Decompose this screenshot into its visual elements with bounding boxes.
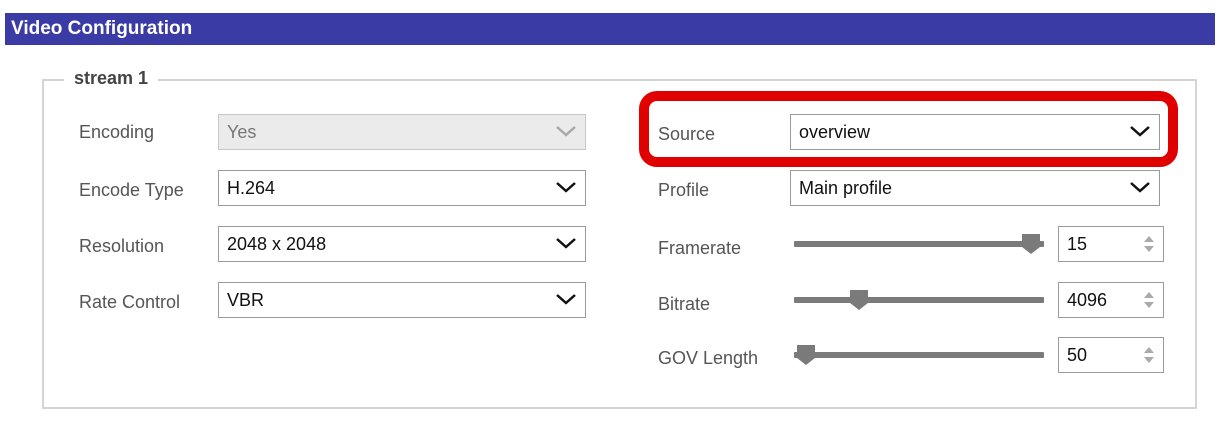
profile-label: Profile (658, 180, 710, 200)
stream-legend: stream 1 (64, 68, 159, 89)
spin-arrows-icon[interactable] (1143, 345, 1155, 365)
framerate-slider-thumb-icon[interactable] (1021, 233, 1041, 255)
chevron-down-icon (556, 294, 576, 305)
chevron-down-icon (1130, 182, 1150, 193)
framerate-slider-track[interactable] (794, 241, 1044, 247)
encoding-select: Yes (218, 114, 586, 150)
encode-type-value: H.264 (227, 178, 276, 198)
gov-length-value: 50 (1067, 345, 1088, 365)
chevron-down-icon (556, 126, 576, 137)
encoding-value: Yes (227, 122, 257, 142)
bitrate-value: 4096 (1067, 290, 1108, 310)
framerate-value: 15 (1067, 234, 1088, 254)
chevron-down-icon (556, 182, 576, 193)
encoding-label: Encoding (79, 122, 155, 142)
bitrate-label: Bitrate (658, 294, 711, 314)
gov-length-slider-track[interactable] (794, 352, 1044, 358)
rate-control-select[interactable]: VBR (218, 282, 586, 318)
gov-length-label: GOV Length (658, 348, 759, 368)
source-highlight-box (639, 91, 1178, 167)
spin-arrows-icon[interactable] (1143, 234, 1155, 254)
framerate-spinner[interactable]: 15 (1058, 226, 1164, 262)
resolution-label: Resolution (79, 236, 165, 256)
bitrate-slider-track[interactable] (794, 297, 1044, 303)
gov-length-slider-thumb-icon[interactable] (796, 344, 816, 366)
encode-type-label: Encode Type (79, 180, 184, 200)
spin-arrows-icon[interactable] (1143, 290, 1155, 310)
rate-control-value: VBR (227, 290, 265, 310)
bitrate-slider-thumb-icon[interactable] (849, 289, 869, 311)
encode-type-select[interactable]: H.264 (218, 170, 586, 206)
gov-length-spinner[interactable]: 50 (1058, 337, 1164, 373)
profile-value: Main profile (799, 178, 893, 198)
chevron-down-icon (556, 238, 576, 249)
profile-select[interactable]: Main profile (790, 170, 1160, 206)
rate-control-label: Rate Control (79, 292, 181, 312)
resolution-value: 2048 x 2048 (227, 234, 327, 254)
framerate-label: Framerate (658, 238, 742, 258)
window-title: Video Configuration (5, 13, 1215, 45)
bitrate-spinner[interactable]: 4096 (1058, 282, 1164, 318)
resolution-select[interactable]: 2048 x 2048 (218, 226, 586, 262)
